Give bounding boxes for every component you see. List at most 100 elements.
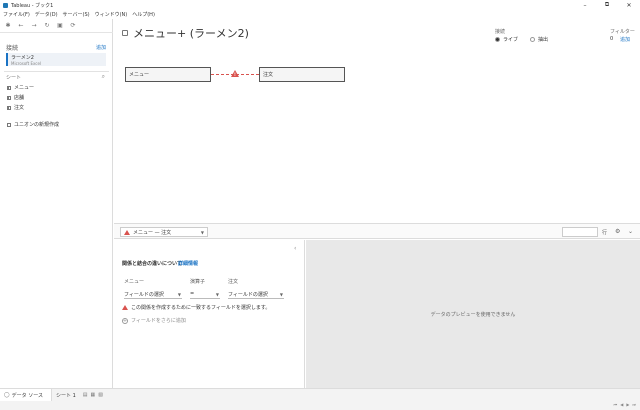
connection-type: Microsoft Excel — [11, 61, 42, 66]
new-union-label: ユニオンの新規作成 — [14, 122, 60, 128]
prev-sheet-icon[interactable]: ◀ — [620, 402, 623, 407]
chevron-down-icon: ▼ — [215, 291, 219, 297]
sheet-navigation: ⏮ ◀ ▶ ⏭ — [611, 402, 636, 407]
chevron-down-icon: ▼ — [177, 291, 181, 297]
sheet-item-label: 店舗 — [14, 95, 25, 101]
new-dashboard-icon[interactable]: ▦ — [91, 392, 96, 398]
settings-icon[interactable]: ⚙ — [615, 228, 620, 235]
relationship-dropdown[interactable]: メニュー — 注文 ▼ — [120, 227, 208, 237]
left-field-select[interactable]: フィールドの選択 ▼ — [124, 290, 182, 299]
radio-selected-icon — [495, 37, 500, 42]
window-title: Tableau - ブック1 — [11, 2, 54, 9]
forward-icon[interactable]: → — [29, 21, 39, 31]
right-field-select[interactable]: フィールドの選択 ▼ — [228, 290, 284, 299]
details-link[interactable]: 詳細情報 — [178, 260, 198, 267]
add-filter-link[interactable]: 追加 — [620, 36, 630, 43]
right-field-value: フィールドの選択 — [228, 291, 268, 298]
warning-icon — [122, 305, 128, 310]
menu-data[interactable]: データ(D) — [35, 11, 58, 18]
table-menu[interactable]: メニュー — [125, 67, 211, 82]
warning-icon — [124, 229, 130, 235]
sheet-item-menu[interactable]: メニュー — [7, 84, 34, 91]
right-table-heading: 注文 — [228, 279, 239, 285]
menu-file[interactable]: ファイル(F) — [3, 11, 30, 18]
divider — [4, 71, 109, 72]
sheet-grid-icon — [7, 85, 11, 90]
redo-icon[interactable]: ↻ — [42, 21, 52, 31]
new-sheet-icon[interactable]: ▤ — [83, 392, 88, 398]
back-icon[interactable]: ← — [16, 21, 26, 31]
sheet-tab-bar: ◯ データ ソース シート 1 ▤ ▦ ▧ — [0, 388, 640, 402]
operator-select[interactable]: = ▼ — [190, 290, 220, 299]
chevron-down-icon[interactable]: ⌄ — [628, 228, 633, 235]
add-connection-link[interactable]: 追加 — [96, 44, 106, 51]
minimize-icon[interactable]: – — [574, 0, 596, 10]
sheet-item-label: 注文 — [14, 105, 25, 111]
menu-window[interactable]: ウィンドウ(N) — [95, 11, 128, 18]
title-bar: Tableau - ブック1 – ⧉ ✕ — [0, 0, 640, 10]
new-story-icon[interactable]: ▧ — [98, 392, 103, 398]
warning-icon[interactable]: ! — [231, 70, 239, 77]
sheet-item-order[interactable]: 注文 — [7, 104, 24, 111]
relationship-selector-bar: メニュー — 注文 ▼ 行 ⚙ ⌄ — [114, 223, 640, 239]
relationship-warning: この関係を作成するために一致するフィールドを選択します。 — [122, 304, 270, 311]
relationship-help-title: 関係と結合の違いについて — [122, 261, 182, 267]
menu-bar: ファイル(F) データ(D) サーバー(S) ウィンドウ(N) ヘルプ(H) — [0, 10, 640, 19]
maximize-icon[interactable]: ⧉ — [596, 0, 618, 10]
connection-type-label: 接続 — [495, 29, 506, 35]
collapse-icon[interactable]: ‹ — [294, 245, 296, 252]
refresh-icon[interactable]: ⟳ — [68, 21, 78, 31]
left-field-value: フィールドの選択 — [124, 291, 164, 298]
sheets-heading: シート — [6, 75, 22, 81]
add-field-label: フィールドをさらに追加 — [131, 318, 186, 324]
add-field-button[interactable]: + フィールドをさらに追加 — [122, 317, 186, 324]
last-sheet-icon[interactable]: ⏭ — [632, 402, 636, 407]
filters-label: フィルター — [610, 29, 635, 35]
live-label: ライブ — [503, 37, 519, 43]
chevron-down-icon: ▼ — [279, 291, 283, 297]
tab-sheet1-label: シート 1 — [56, 392, 76, 399]
tableau-logo-icon[interactable]: ✱ — [3, 21, 13, 31]
data-preview-area: データのプレビューを使用できません — [306, 240, 640, 388]
extract-radio[interactable]: 抽出 — [530, 36, 548, 43]
warning-text: この関係を作成するために一致するフィールドを選択します。 — [131, 305, 271, 311]
close-icon[interactable]: ✕ — [618, 0, 640, 10]
left-table-heading: メニュー — [124, 279, 145, 285]
save-icon[interactable]: ▣ — [55, 21, 65, 31]
datasource-title[interactable]: メニュー+ (ラーメン2) — [133, 25, 249, 41]
filters-count: 0 — [610, 36, 614, 42]
tab-datasource[interactable]: ◯ データ ソース — [0, 388, 52, 402]
relationship-canvas: メニュー+ (ラーメン2) 接続 ライブ 抽出 フィルター 0 追加 メニュー … — [114, 19, 640, 223]
extract-label: 抽出 — [538, 37, 549, 43]
add-icon: + — [122, 317, 128, 324]
preview-message: データのプレビューを使用できません — [430, 312, 516, 318]
operator-heading: 演算子 — [190, 279, 206, 285]
sheet-item-label: メニュー — [14, 85, 35, 91]
rows-input[interactable] — [562, 227, 598, 237]
rows-label: 行 — [602, 230, 608, 236]
chevron-down-icon: ▼ — [200, 230, 204, 235]
relationship-detail-panel: ‹ 関係と結合の違いについて 詳細情報 メニュー 演算子 注文 フィールドの選択… — [114, 240, 305, 388]
search-icon[interactable]: ⌕ — [102, 73, 105, 81]
datasource-icon — [122, 30, 128, 36]
live-radio[interactable]: ライブ — [495, 36, 518, 43]
operator-value: = — [190, 291, 195, 297]
menu-help[interactable]: ヘルプ(H) — [132, 11, 155, 18]
datasource-tab-icon: ◯ — [4, 392, 10, 398]
window-controls: – ⧉ ✕ — [574, 0, 640, 10]
next-sheet-icon[interactable]: ▶ — [626, 402, 629, 407]
table-order[interactable]: 注文 — [259, 67, 345, 82]
sheet-item-store[interactable]: 店舗 — [7, 94, 24, 101]
status-bar: ⏮ ◀ ▶ ⏭ — [0, 401, 640, 410]
sheet-grid-icon — [7, 105, 11, 110]
data-source-sidebar: ✱ ← → ↻ ▣ ⟳ 接続 追加 ラーメン2 Microsoft Excel … — [0, 19, 113, 388]
connection-item[interactable]: ラーメン2 Microsoft Excel — [6, 53, 106, 66]
first-sheet-icon[interactable]: ⏮ — [614, 402, 618, 407]
menu-server[interactable]: サーバー(S) — [63, 11, 90, 18]
relationship-dropdown-label: メニュー — 注文 — [133, 229, 172, 236]
new-union-item[interactable]: ユニオンの新規作成 — [7, 121, 59, 128]
tab-sheet1[interactable]: シート 1 — [52, 389, 80, 402]
tab-datasource-label: データ ソース — [11, 392, 43, 399]
sheet-grid-icon — [7, 95, 11, 100]
connections-heading: 接続 — [6, 45, 19, 52]
